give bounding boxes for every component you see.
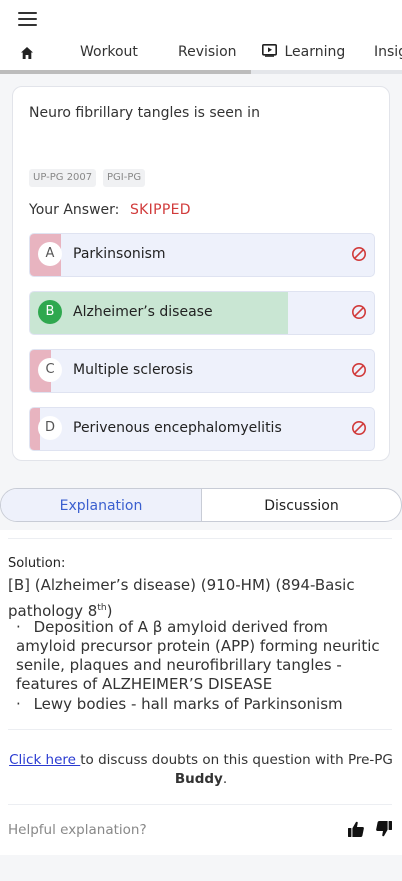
solution-reference: [B] (Alzheimer’s disease) (910-HM) (894-… [8, 574, 388, 623]
tab-revision[interactable]: Revision [178, 44, 237, 60]
tab-workout[interactable]: Workout [80, 44, 138, 60]
option-letter: D [38, 416, 62, 440]
thumbs-down-icon[interactable] [375, 820, 393, 838]
option-text: Parkinsonism [73, 246, 166, 262]
top-bar: Workout Revision Learning Insig [0, 0, 402, 74]
reference-superscript: th [97, 603, 107, 613]
thumbs-up-icon[interactable] [347, 820, 365, 838]
exam-tag: PGI-PG [103, 169, 146, 187]
hamburger-icon[interactable] [18, 12, 37, 28]
divider [8, 804, 392, 805]
option-text: Alzheimer’s disease [73, 304, 213, 320]
divider [8, 538, 392, 539]
ban-icon [352, 363, 366, 377]
tab-bar: Workout Revision Learning Insig [0, 44, 402, 66]
option-d[interactable]: D Perivenous encephalomyelitis [29, 407, 375, 451]
solution-bullet: · Deposition of A β amyloid derived from… [16, 618, 392, 694]
option-text: Perivenous encephalomyelitis [73, 420, 282, 436]
discuss-prompt: Click here to discuss doubts on this que… [8, 751, 394, 789]
tab-insights[interactable]: Insig [374, 44, 402, 60]
solution-label: Solution: [8, 556, 66, 571]
option-text: Multiple sclerosis [73, 362, 194, 378]
option-letter: B [38, 300, 62, 324]
option-letter: A [38, 242, 62, 266]
discussion-tab[interactable]: Discussion [202, 489, 401, 521]
reference-text: [B] (Alzheimer’s disease) (910-HM) (894-… [8, 576, 355, 620]
tab-learning[interactable]: Learning [262, 44, 345, 60]
option-c[interactable]: C Multiple sclerosis [29, 349, 375, 393]
ban-icon [352, 247, 366, 261]
exam-tag: UP-PG 2007 [29, 169, 97, 187]
ban-icon [352, 421, 366, 435]
option-a[interactable]: A Parkinsonism [29, 233, 375, 277]
question-card: Neuro fibrillary tangles is seen in UP-P… [12, 86, 390, 461]
question-text: Neuro fibrillary tangles is seen in [29, 105, 260, 121]
discuss-end: . [222, 771, 228, 787]
click-here-link[interactable]: Click here [9, 752, 80, 768]
bullet-text: Deposition of A β amyloid derived from a… [16, 618, 380, 693]
bullet-text: Lewy bodies - hall marks of Parkinsonism [33, 695, 343, 713]
divider [8, 729, 392, 730]
buddy-label: Buddy [174, 771, 223, 787]
bullet-symbol: · [16, 618, 21, 636]
option-letter: C [38, 358, 62, 382]
solution-bullet: · Lewy bodies - hall marks of Parkinsoni… [16, 695, 392, 714]
discuss-text: to discuss doubts on this question with … [80, 752, 393, 768]
play-screen-icon [262, 44, 277, 57]
tab-scroll-indicator [0, 70, 251, 74]
your-answer-label: Your Answer: [29, 202, 120, 218]
your-answer-status: SKIPPED [130, 202, 191, 218]
bullet-symbol: · [16, 695, 21, 713]
explanation-discussion-toggle: Explanation Discussion [0, 488, 402, 522]
tab-learning-label: Learning [284, 44, 346, 60]
explanation-tab[interactable]: Explanation [1, 489, 202, 521]
helpful-label: Helpful explanation? [8, 822, 147, 838]
ban-icon [352, 305, 366, 319]
option-b[interactable]: B Alzheimer’s disease [29, 291, 375, 335]
